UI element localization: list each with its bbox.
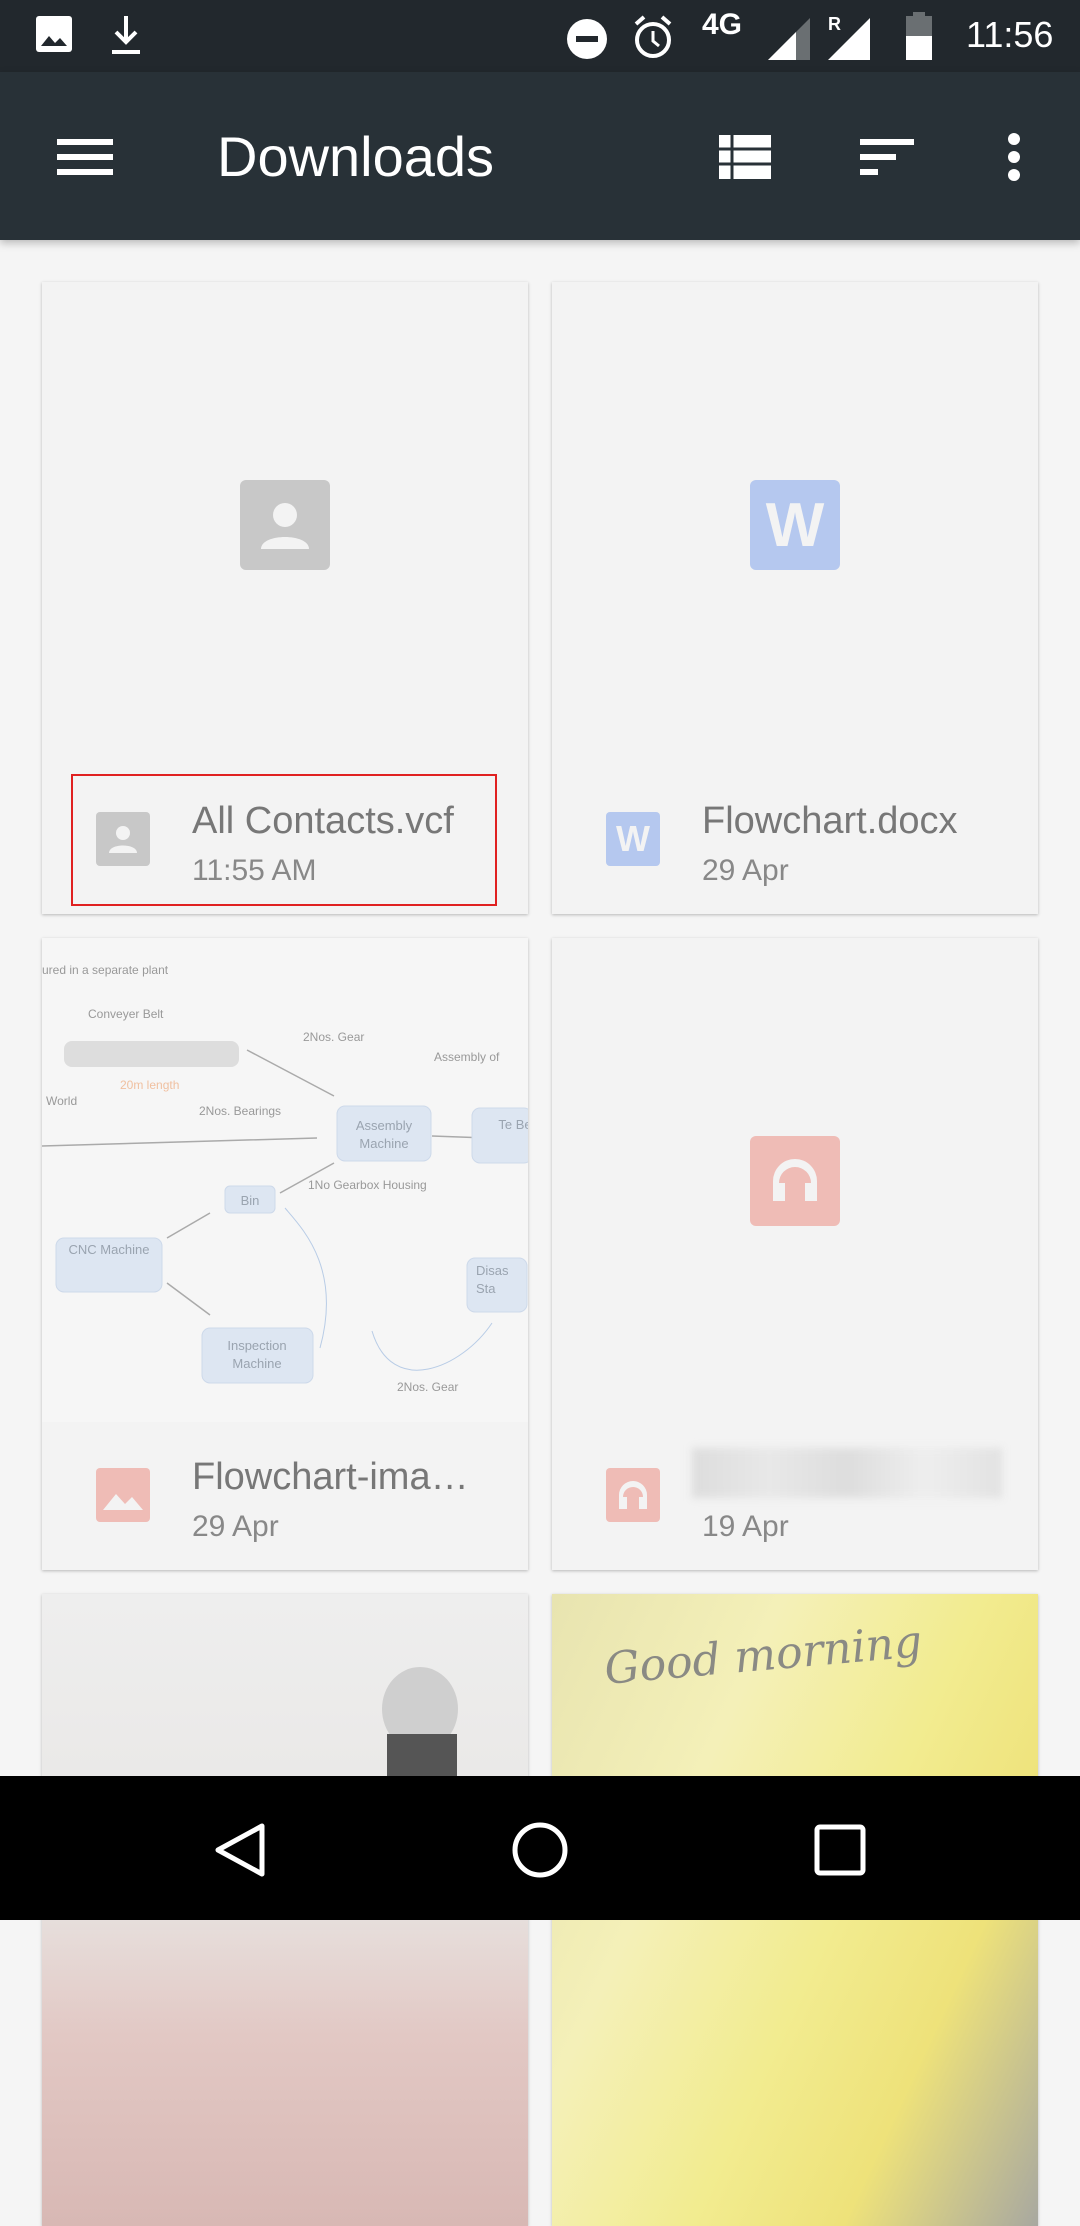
status-bar: 4G R 11:56: [0, 0, 1080, 72]
svg-text:Assembly of: Assembly of: [434, 1050, 500, 1064]
svg-text:Bin: Bin: [241, 1193, 260, 1208]
home-icon: [512, 1822, 568, 1878]
list-view-button[interactable]: [710, 122, 780, 192]
svg-text:2Nos. Gear: 2Nos. Gear: [397, 1380, 458, 1394]
svg-text:2Nos. Gear: 2Nos. Gear: [303, 1030, 364, 1044]
highlight-box: [71, 774, 497, 906]
home-button[interactable]: [500, 1810, 580, 1890]
app-toolbar: Downloads: [0, 72, 1080, 240]
svg-text:Machine: Machine: [359, 1136, 408, 1151]
more-vert-icon: [1008, 133, 1020, 181]
network-type: 4G: [702, 8, 743, 41]
svg-text:1No Gearbox Housing: 1No Gearbox Housing: [308, 1178, 427, 1192]
file-card-flowchart-image[interactable]: ured in a separate plant Conveyer Belt 2…: [42, 938, 528, 1570]
file-card-audio[interactable]: 19 Apr: [552, 938, 1038, 1570]
svg-text:World: World: [46, 1094, 77, 1108]
flowchart-label-disassembly-station: Disas Sta: [476, 1263, 509, 1296]
file-date: 29 Apr: [192, 1510, 279, 1543]
svg-text:ured in a separate plant: ured in a separate plant: [42, 963, 169, 977]
recents-icon: [814, 1824, 866, 1876]
photo-thumbnail: [382, 1667, 458, 1794]
word-small-icon: W: [606, 812, 660, 866]
svg-text:Assembly: Assembly: [356, 1118, 413, 1133]
dnd-icon: [567, 19, 607, 59]
page-title: Downloads: [217, 125, 495, 188]
audio-small-icon: [606, 1468, 660, 1522]
download-icon: [112, 16, 140, 54]
signal-roaming-icon: [828, 18, 870, 60]
svg-text:Machine: Machine: [232, 1356, 281, 1371]
flowchart-thumbnail: ured in a separate plant Conveyer Belt 2…: [42, 938, 528, 1422]
file-name: Flowchart-ima…: [192, 1456, 469, 1498]
back-button[interactable]: [200, 1810, 280, 1890]
image-file-icon: [96, 1468, 150, 1522]
audio-icon: [750, 1136, 840, 1226]
menu-icon: [57, 139, 113, 175]
clock: 11:56: [966, 14, 1054, 55]
file-date: 29 Apr: [702, 854, 789, 887]
svg-text:2Nos. Bearings: 2Nos. Bearings: [199, 1104, 281, 1118]
menu-button[interactable]: [50, 122, 120, 192]
back-icon: [215, 1823, 265, 1877]
file-card-flowchart-docx[interactable]: W W Flowchart.docx 29 Apr: [552, 282, 1038, 914]
contact-icon: [240, 480, 330, 570]
image-icon: [36, 16, 72, 52]
flowchart-label-test-bench: Te Be: [498, 1117, 528, 1132]
file-date: 19 Apr: [702, 1510, 789, 1543]
svg-text:CNC Machine: CNC Machine: [69, 1242, 150, 1257]
svg-text:20m length: 20m length: [120, 1078, 179, 1092]
battery-icon: [906, 12, 932, 60]
list-view-icon: [719, 135, 771, 179]
sort-icon: [860, 139, 914, 175]
blurred-file-name: [692, 1448, 1002, 1498]
good-morning-image-text: Good morning: [602, 1616, 925, 1695]
navigation-bar: [0, 1776, 1080, 1920]
word-icon: W: [750, 480, 840, 570]
sort-button[interactable]: [852, 122, 922, 192]
recents-button[interactable]: [800, 1810, 880, 1890]
signal-icon: [768, 18, 810, 60]
more-options-button[interactable]: [979, 122, 1049, 192]
svg-text:Inspection: Inspection: [227, 1338, 286, 1353]
svg-text:Conveyer Belt: Conveyer Belt: [88, 1007, 164, 1021]
alarm-icon: [634, 15, 672, 58]
file-name: Flowchart.docx: [702, 800, 958, 842]
